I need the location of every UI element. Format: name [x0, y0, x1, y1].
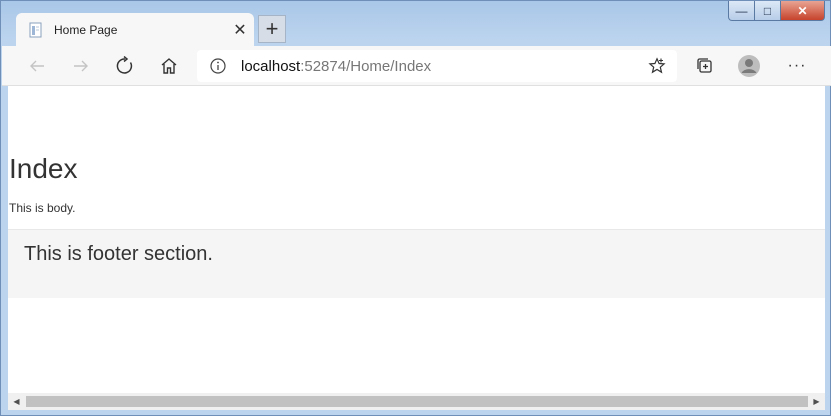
- page-icon: [28, 22, 44, 38]
- maximize-button[interactable]: □: [755, 1, 781, 21]
- footer-text: This is footer section.: [24, 243, 213, 265]
- forward-button[interactable]: [65, 50, 97, 82]
- page-title: Index: [9, 153, 78, 184]
- page-body-text: This is body.: [9, 201, 76, 215]
- scroll-right-icon[interactable]: ▶: [808, 393, 825, 410]
- window-controls: — □ ✕: [728, 1, 825, 21]
- back-button[interactable]: [21, 50, 53, 82]
- tab-close-button[interactable]: ✕: [230, 20, 250, 40]
- forward-arrow-icon: [74, 60, 88, 72]
- home-icon: [161, 58, 177, 74]
- refresh-icon: [116, 56, 133, 74]
- new-tab-button[interactable]: +: [258, 15, 286, 43]
- refresh-button[interactable]: [109, 50, 141, 82]
- more-options-button[interactable]: ···: [781, 50, 813, 82]
- horizontal-scrollbar[interactable]: ◀ ▶: [8, 393, 825, 410]
- url-text[interactable]: localhost:52874/Home/Index: [241, 58, 643, 75]
- page-footer: This is footer section.: [8, 229, 825, 298]
- back-arrow-icon: [30, 60, 44, 72]
- page-viewport: Index This is body. This is footer secti…: [8, 86, 825, 393]
- avatar: [738, 55, 760, 77]
- tab-home-page[interactable]: Home Page ✕: [16, 13, 254, 46]
- home-button[interactable]: [153, 50, 185, 82]
- collections-button[interactable]: [689, 50, 721, 82]
- tab-strip: Home Page ✕ +: [1, 1, 830, 46]
- close-window-button[interactable]: ✕: [781, 1, 825, 21]
- minimize-button[interactable]: —: [728, 1, 755, 21]
- info-icon[interactable]: [203, 58, 233, 74]
- url-path: :52874/Home/Index: [300, 57, 432, 75]
- browser-toolbar: localhost:52874/Home/Index ···: [2, 46, 831, 86]
- profile-button[interactable]: [733, 50, 765, 82]
- scrollbar-thumb[interactable]: [26, 396, 808, 407]
- collections-icon: [697, 58, 712, 73]
- browser-window: Home Page ✕ + — □ ✕ localhost:52874/Home…: [0, 0, 831, 416]
- scroll-left-icon[interactable]: ◀: [8, 393, 25, 410]
- url-host: localhost: [241, 57, 301, 75]
- favorite-star-icon[interactable]: [643, 57, 671, 75]
- tab-title: Home Page: [54, 22, 118, 37]
- address-bar[interactable]: localhost:52874/Home/Index: [197, 50, 677, 82]
